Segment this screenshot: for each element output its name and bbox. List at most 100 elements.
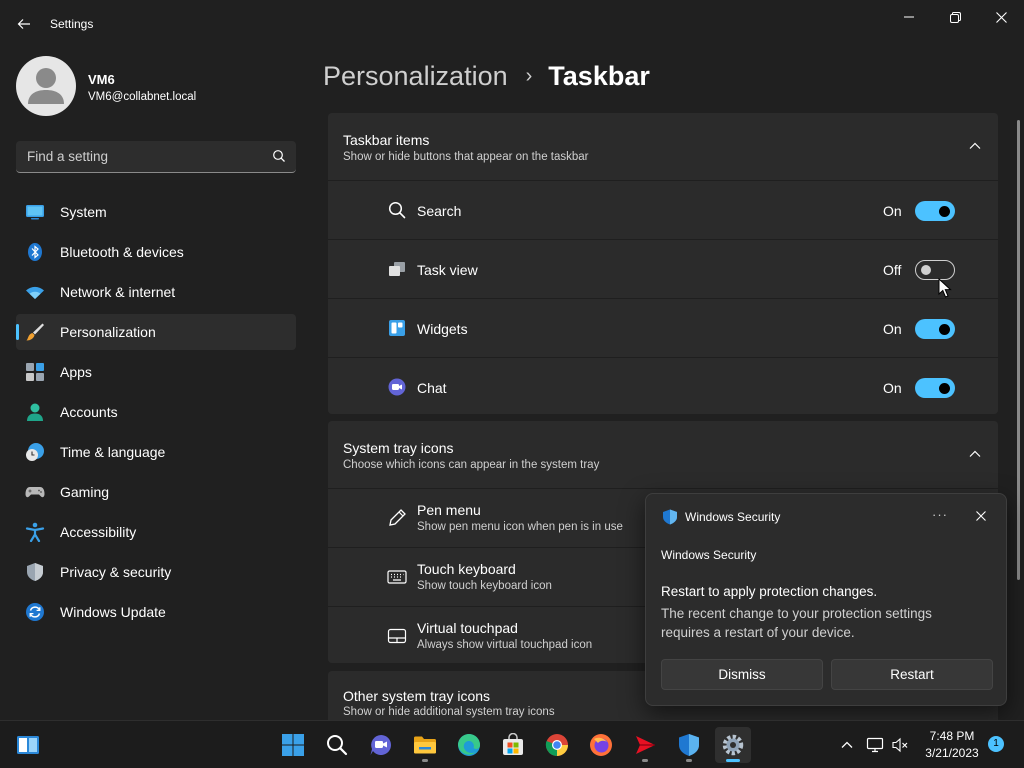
sidebar-nav: System Bluetooth & devices Network & int… (16, 194, 296, 634)
sidebar-item-windows-update[interactable]: Windows Update (16, 594, 296, 630)
section-subtitle: Show or hide buttons that appear on the … (343, 151, 589, 163)
sidebar-item-label: Apps (60, 364, 92, 380)
back-button[interactable] (10, 10, 38, 38)
dismiss-button[interactable]: Dismiss (661, 659, 823, 690)
show-hidden-icons-button[interactable] (838, 736, 856, 754)
sidebar-item-accounts[interactable]: Accounts (16, 394, 296, 430)
start-button[interactable] (275, 727, 311, 763)
close-icon (995, 11, 1007, 23)
sidebar-item-gaming[interactable]: Gaming (16, 474, 296, 510)
setting-label: Search (417, 203, 462, 219)
scrollbar[interactable] (1017, 120, 1020, 580)
chrome-icon (545, 734, 568, 756)
bluetooth-icon (25, 242, 45, 262)
search-input[interactable] (16, 141, 256, 171)
settings-search[interactable] (16, 141, 296, 173)
sidebar-item-label: Privacy & security (60, 564, 172, 580)
red-app-icon (636, 736, 655, 754)
user-avatar-icon (28, 68, 64, 104)
setting-row-chat: Chat On (328, 357, 998, 414)
store-button[interactable] (495, 727, 531, 763)
more-options-icon[interactable]: ··· (927, 505, 953, 527)
back-arrow-icon (17, 19, 30, 29)
toast-body: The recent change to your protection set… (661, 606, 932, 640)
user-profile[interactable]: VM6 VM6@collabnet.local (16, 56, 306, 118)
setting-row-task-view: Task view Off (328, 239, 998, 297)
app-title: Settings (50, 17, 94, 31)
wifi-icon (25, 282, 45, 302)
user-name: VM6 (88, 72, 115, 87)
red-app-button[interactable] (627, 727, 663, 763)
notification-count-badge[interactable]: 1 (988, 736, 1004, 752)
minimize-button[interactable] (886, 6, 932, 28)
chrome-button[interactable] (539, 727, 575, 763)
search-toggle[interactable] (915, 201, 955, 221)
section-title: Other system tray icons (343, 688, 491, 704)
file-explorer-button[interactable] (407, 727, 443, 763)
sidebar-item-label: Time & language (60, 444, 166, 460)
restore-button[interactable] (932, 6, 978, 28)
firefox-button[interactable] (583, 727, 619, 763)
widgets-toggle[interactable] (915, 319, 955, 339)
sidebar-item-label: Gaming (60, 484, 110, 500)
taskbar-items-header[interactable]: Taskbar items Show or hide buttons that … (328, 113, 998, 180)
breadcrumb-parent[interactable]: Personalization (323, 61, 508, 92)
restart-button[interactable]: Restart (831, 659, 993, 690)
windows-security-button[interactable] (671, 727, 707, 763)
sidebar-item-label: Personalization (60, 324, 156, 340)
sidebar-item-apps[interactable]: Apps (16, 354, 296, 390)
setting-label: Virtual touchpad (417, 620, 518, 636)
volume-tray-icon[interactable] (891, 736, 909, 754)
close-button[interactable] (978, 6, 1024, 28)
mouse-cursor-icon (938, 278, 952, 298)
taskbar-chat-button[interactable] (363, 727, 399, 763)
chat-icon (387, 377, 407, 397)
network-tray-icon[interactable] (866, 736, 884, 754)
network-icon (866, 737, 884, 753)
desktop-switcher-icon (17, 736, 39, 754)
accessibility-icon (25, 522, 45, 543)
system-tray-header[interactable]: System tray icons Choose which icons can… (328, 421, 998, 488)
accounts-icon (25, 402, 45, 422)
brush-icon (25, 322, 45, 342)
volume-muted-icon (892, 737, 908, 753)
store-icon (503, 733, 523, 755)
sidebar-item-bluetooth[interactable]: Bluetooth & devices (16, 234, 296, 270)
security-notification-toast[interactable]: Windows Security ··· Windows Security Re… (645, 493, 1007, 706)
setting-description: Show touch keyboard icon (417, 580, 552, 592)
toast-source: Windows Security (661, 548, 757, 562)
chevron-up-icon[interactable] (968, 139, 982, 153)
toggle-state-text: On (883, 203, 902, 219)
settings-taskbar-button[interactable] (715, 727, 751, 763)
sidebar-item-privacy-security[interactable]: Privacy & security (16, 554, 296, 590)
close-icon (976, 511, 986, 521)
task-view-button[interactable] (10, 727, 46, 763)
toast-heading: Restart to apply protection changes. (661, 584, 878, 599)
sidebar-item-system[interactable]: System (16, 194, 296, 230)
user-email: VM6@collabnet.local (88, 91, 197, 103)
sidebar-item-label: Bluetooth & devices (60, 244, 184, 260)
chat-toggle[interactable] (915, 378, 955, 398)
running-indicator (642, 759, 648, 762)
sidebar-item-label: Accessibility (60, 524, 137, 540)
section-subtitle: Choose which icons can appear in the sys… (343, 459, 600, 471)
edge-button[interactable] (451, 727, 487, 763)
task-view-toggle[interactable] (915, 260, 955, 280)
taskbar-search-button[interactable] (319, 727, 355, 763)
windows-taskbar: 7:48 PM 3/21/2023 1 (0, 720, 1024, 768)
sidebar-item-network[interactable]: Network & internet (16, 274, 296, 310)
sidebar-item-time-language[interactable]: Time & language (16, 434, 296, 470)
toast-close-button[interactable] (971, 506, 991, 526)
toggle-knob (921, 265, 931, 275)
chevron-up-icon[interactable] (968, 447, 982, 461)
clock-globe-icon (25, 442, 45, 462)
firefox-icon (590, 734, 612, 756)
teams-chat-icon (370, 735, 391, 755)
chevron-up-icon (841, 741, 853, 748)
shield-icon (25, 562, 45, 582)
search-icon[interactable] (272, 149, 286, 163)
page-title: Taskbar (548, 60, 650, 91)
sidebar-item-personalization[interactable]: Personalization (16, 314, 296, 350)
sidebar-item-accessibility[interactable]: Accessibility (16, 514, 296, 550)
section-title: Taskbar items (343, 132, 430, 148)
